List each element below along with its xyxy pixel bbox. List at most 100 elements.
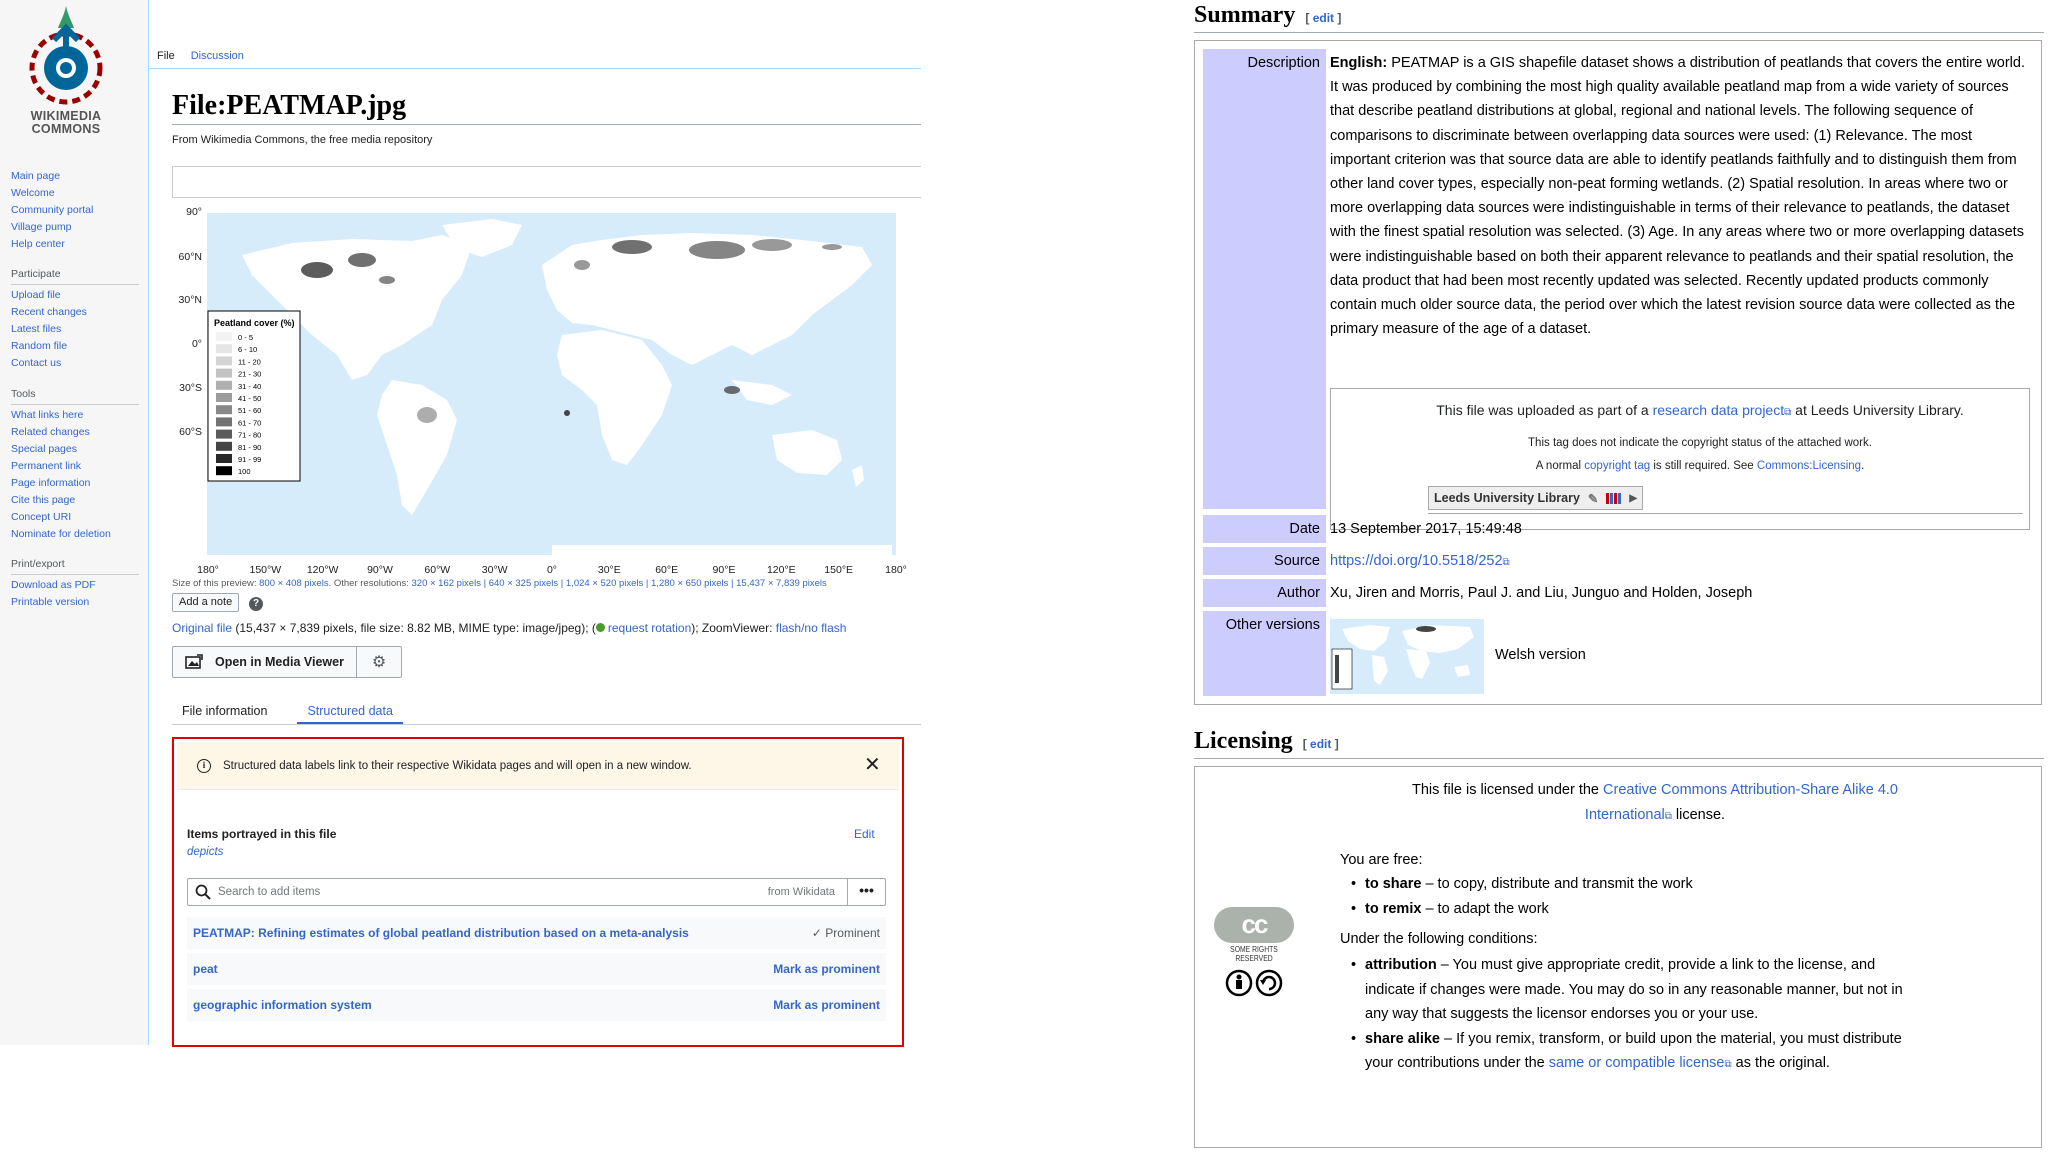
research-data-project-link[interactable]: research data project <box>1653 402 1785 418</box>
external-link-icon: ⧉ <box>1664 810 1672 822</box>
longitude-label: 30°W <box>482 564 508 576</box>
legend-label: 61 - 70 <box>238 418 261 427</box>
tool-permanent-link[interactable]: Permanent link <box>11 458 111 475</box>
depicts-value-link[interactable]: geographic information system <box>193 998 372 1012</box>
tool-nominate-deletion[interactable]: Nominate for deletion <box>11 526 111 543</box>
tools-heading: Tools <box>11 388 36 400</box>
tab-structured-data[interactable]: Structured data <box>297 700 403 724</box>
zoomviewer-link[interactable]: flash/no flash <box>776 621 847 635</box>
normal-mid: is still required. See <box>1650 460 1757 472</box>
original-file-info: Original file (15,437 × 7,839 pixels, fi… <box>172 621 846 635</box>
latitude-label: 0° <box>192 338 202 350</box>
legend-label: 31 - 40 <box>238 382 261 391</box>
nav-random-file[interactable]: Random file <box>11 338 87 355</box>
nav-welcome[interactable]: Welcome <box>11 185 93 202</box>
cc-badge-text: cc <box>1241 909 1269 939</box>
nav-upload-file[interactable]: Upload file <box>11 287 87 304</box>
uploaded-suffix: at Leeds University Library. <box>1791 402 1964 418</box>
nav-latest-files[interactable]: Latest files <box>11 321 87 338</box>
nav-main-page[interactable]: Main page <box>11 168 93 185</box>
license-box: cc SOME RIGHTS RESERVED This file is lic… <box>1194 766 2042 1148</box>
tool-special-pages[interactable]: Special pages <box>11 441 111 458</box>
wikimedia-commons-logo[interactable]: WIKIMEDIA COMMONS <box>14 2 118 142</box>
copyright-tag-link[interactable]: copyright tag <box>1584 460 1650 472</box>
by-sa-icons <box>1225 969 1283 997</box>
print-list: Download as PDF Printable version <box>11 577 96 611</box>
tool-what-links-here[interactable]: What links here <box>11 407 111 424</box>
request-rotation-link[interactable]: request rotation <box>608 621 691 635</box>
tool-page-information[interactable]: Page information <box>11 475 111 492</box>
tab-discussion[interactable]: Discussion <box>183 48 252 68</box>
nav-contact-us[interactable]: Contact us <box>11 355 87 372</box>
remix-term: to remix <box>1365 900 1422 917</box>
summary-edit-link[interactable]: edit <box>1313 11 1334 25</box>
page-tabs: File Discussion <box>149 48 252 68</box>
leeds-library-badge[interactable]: Leeds University Library ✎ ▶ <box>1428 486 1644 510</box>
other-resolution-links[interactable]: 320 × 162 pixels | 640 × 325 pixels | 1,… <box>412 578 827 589</box>
license-link-1[interactable]: Creative Commons Attribution-Share Alike… <box>1603 782 1898 798</box>
depicts-value-link[interactable]: PEATMAP: Refining estimates of global pe… <box>193 926 689 940</box>
prominent-status[interactable]: ✓ Prominent <box>812 926 880 940</box>
preview-size-link[interactable]: 800 × 408 pixels <box>259 578 328 589</box>
commons-licensing-link[interactable]: Commons:Licensing <box>1757 460 1861 472</box>
cc-license-logo[interactable]: cc SOME RIGHTS RESERVED <box>1209 907 1299 997</box>
license-link-2[interactable]: International <box>1585 807 1665 823</box>
logo-text-line-2: COMMONS <box>31 122 101 136</box>
conditions-list: attribution – You must give appropriate … <box>1351 953 1925 1078</box>
sidebar: WIKIMEDIA COMMONS Main page Welcome Comm… <box>0 0 148 1045</box>
licensing-heading: Licensing [ edit ] <box>1194 728 1339 755</box>
licensing-edit: [ edit ] <box>1302 737 1339 751</box>
remix-desc: – to adapt the work <box>1421 900 1549 917</box>
depicts-search[interactable]: Search to add items from Wikidata ••• <box>187 878 886 906</box>
help-icon[interactable]: ? <box>249 597 263 611</box>
color-bars-icon <box>1606 492 1622 504</box>
nav-recent-changes[interactable]: Recent changes <box>11 304 87 321</box>
nav-community-portal[interactable]: Community portal <box>11 202 93 219</box>
licensing-edit-link[interactable]: edit <box>1310 737 1331 751</box>
add-note-button[interactable]: Add a note <box>172 593 240 612</box>
depicts-property-link[interactable]: depicts <box>187 846 223 858</box>
latitude-labels: 90° 60°N 30°N 0° 30°S 60°S <box>179 206 202 438</box>
latitude-label: 60°S <box>179 426 202 438</box>
leeds-badge-label: Leeds University Library <box>1434 491 1580 505</box>
conditions-heading: Under the following conditions: <box>1340 931 1538 947</box>
legend-swatch <box>216 393 232 402</box>
depicts-value-link[interactable]: peat <box>193 962 218 976</box>
welsh-version-thumbnail[interactable] <box>1330 619 1484 694</box>
source-link[interactable]: https://doi.org/10.5518/252⧉ <box>1330 553 1510 569</box>
structured-data-panel: i Structured data labels link to their r… <box>172 737 904 1047</box>
preview-size-prefix: Size of this preview: <box>172 578 260 589</box>
nav-help-center[interactable]: Help center <box>11 236 93 253</box>
print-download-pdf[interactable]: Download as PDF <box>11 577 96 594</box>
longitude-label: 60°W <box>424 564 450 576</box>
compatible-license-link[interactable]: same or compatible license <box>1549 1055 1725 1071</box>
longitude-label: 0° <box>547 564 557 576</box>
longitude-label: 180° <box>197 564 219 576</box>
media-viewer-settings-button[interactable]: ⚙ <box>357 647 401 677</box>
open-media-viewer-button[interactable]: Open in Media Viewer <box>173 647 357 677</box>
share-alike-term: share alike <box>1365 1030 1440 1047</box>
legend-label: 41 - 50 <box>238 394 261 403</box>
tool-concept-uri[interactable]: Concept URI <box>11 509 111 526</box>
tabs-divider <box>149 68 921 69</box>
mark-as-prominent-button[interactable]: Mark as prominent <box>773 962 880 976</box>
licensing-divider <box>1194 758 2044 759</box>
print-printable-version[interactable]: Printable version <box>11 594 96 611</box>
nav-village-pump[interactable]: Village pump <box>11 219 93 236</box>
tool-related-changes[interactable]: Related changes <box>11 424 111 441</box>
tab-file[interactable]: File <box>149 48 183 68</box>
original-file-link[interactable]: Original file <box>172 621 232 635</box>
cc-badge: cc <box>1214 907 1294 943</box>
search-input[interactable]: Search to add items <box>218 886 768 898</box>
close-icon[interactable]: ✕ <box>864 755 881 775</box>
attribution-term: attribution <box>1365 957 1437 973</box>
mark-as-prominent-button[interactable]: Mark as prominent <box>773 998 880 1012</box>
longitude-label: 180° <box>885 564 907 576</box>
more-options-button[interactable]: ••• <box>847 879 885 905</box>
peatmap-image[interactable]: 90° 60°N 30°N 0° 30°S 60°S 180° 150°W 120°W 90°W… <box>172 205 912 581</box>
tab-file-information[interactable]: File information <box>172 700 277 724</box>
depicts-row: geographic information system Mark as pr… <box>187 989 886 1021</box>
edit-depicts-button[interactable]: Edit <box>854 827 875 841</box>
legend-label: 6 - 10 <box>238 345 257 354</box>
tool-cite-this-page[interactable]: Cite this page <box>11 492 111 509</box>
